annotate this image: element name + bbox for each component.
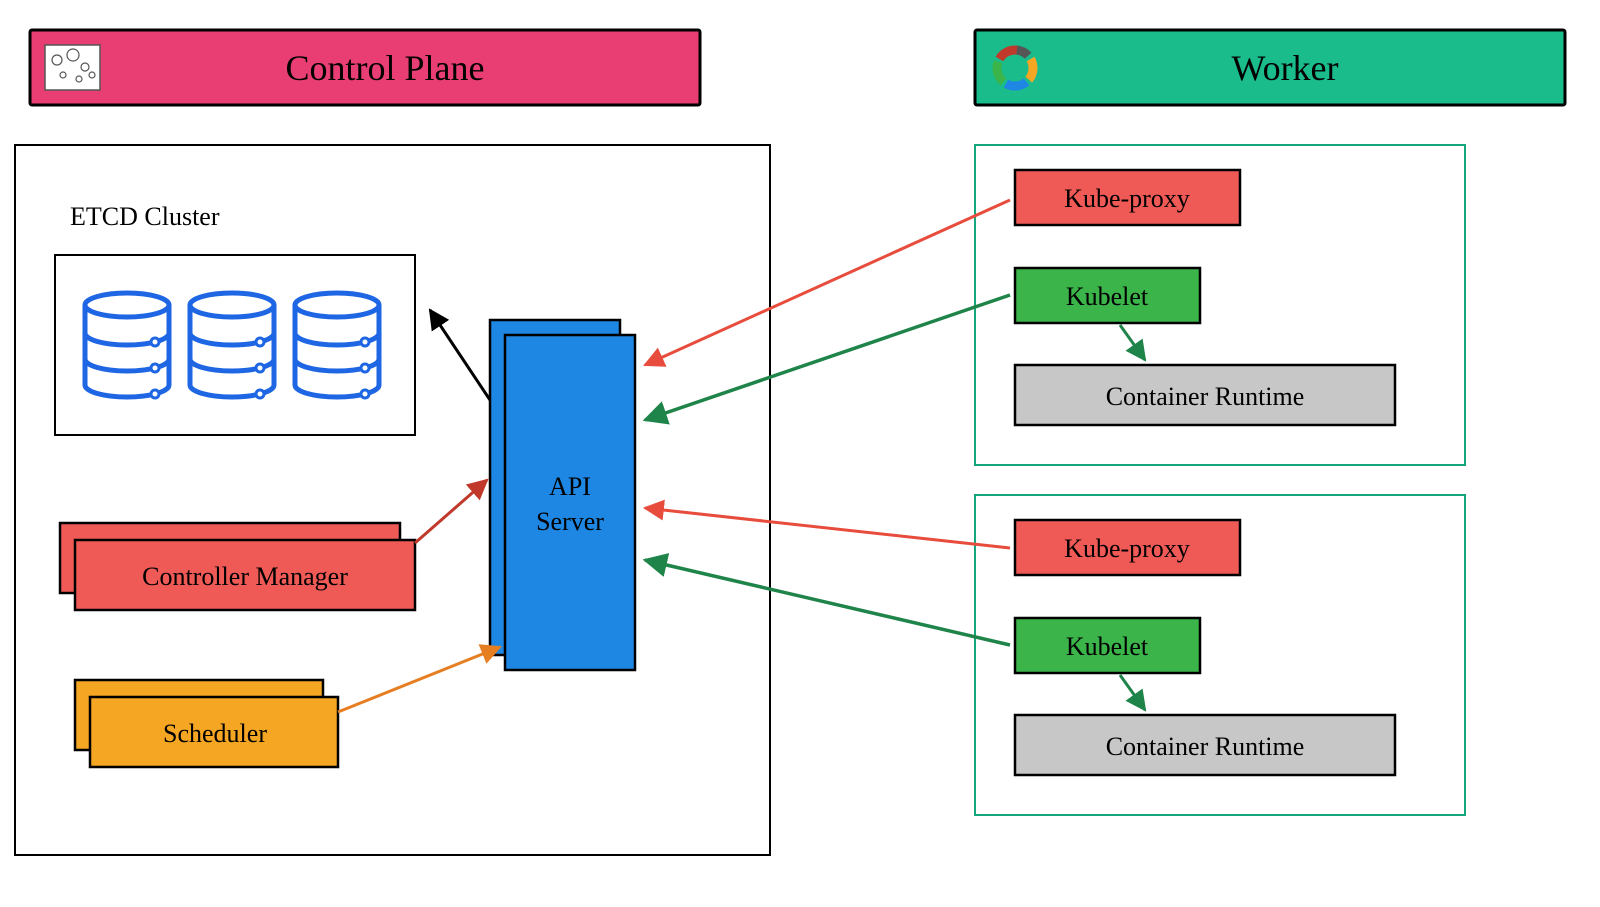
arrow-kubelet-runtime-2	[1120, 675, 1145, 710]
arrow-kubeproxy2-api	[645, 508, 1010, 548]
arrow-kubelet-runtime-1	[1120, 325, 1145, 360]
arrow-kubelet1-api	[645, 295, 1010, 420]
kubelet-label-1: Kubelet	[1066, 282, 1149, 311]
controller-manager-label: Controller Manager	[142, 562, 348, 591]
chart-icon	[45, 45, 100, 90]
kubelet-label-2: Kubelet	[1066, 632, 1149, 661]
container-runtime-label-2: Container Runtime	[1106, 732, 1305, 761]
api-server-label-1: API	[549, 472, 591, 501]
arrow-kubeproxy1-api	[645, 200, 1010, 365]
arrow-kubelet2-api	[645, 560, 1010, 645]
scheduler: Scheduler	[75, 680, 338, 767]
etcd-cluster: ETCD Cluster	[55, 202, 415, 435]
etcd-cluster-label: ETCD Cluster	[70, 202, 220, 231]
api-server: API Server	[490, 320, 635, 670]
arrow-controller-api	[415, 480, 487, 543]
control-plane-header: Control Plane	[30, 30, 700, 105]
worker-node-2: Kube-proxy Kubelet Container Runtime	[975, 495, 1465, 815]
scheduler-label: Scheduler	[163, 719, 267, 748]
control-plane-header-label: Control Plane	[286, 48, 485, 88]
container-runtime-label-1: Container Runtime	[1106, 382, 1305, 411]
worker-node-1: Kube-proxy Kubelet Container Runtime	[975, 145, 1465, 465]
controller-manager: Controller Manager	[60, 523, 415, 610]
api-server-label-2: Server	[536, 507, 604, 536]
database-icon	[85, 293, 379, 398]
worker-header-label: Worker	[1231, 48, 1338, 88]
kube-proxy-label-1: Kube-proxy	[1064, 184, 1190, 213]
kube-proxy-label-2: Kube-proxy	[1064, 534, 1190, 563]
arrow-scheduler-api	[338, 647, 500, 712]
worker-header: Worker	[975, 30, 1565, 105]
arrow-api-etcd	[430, 310, 490, 400]
